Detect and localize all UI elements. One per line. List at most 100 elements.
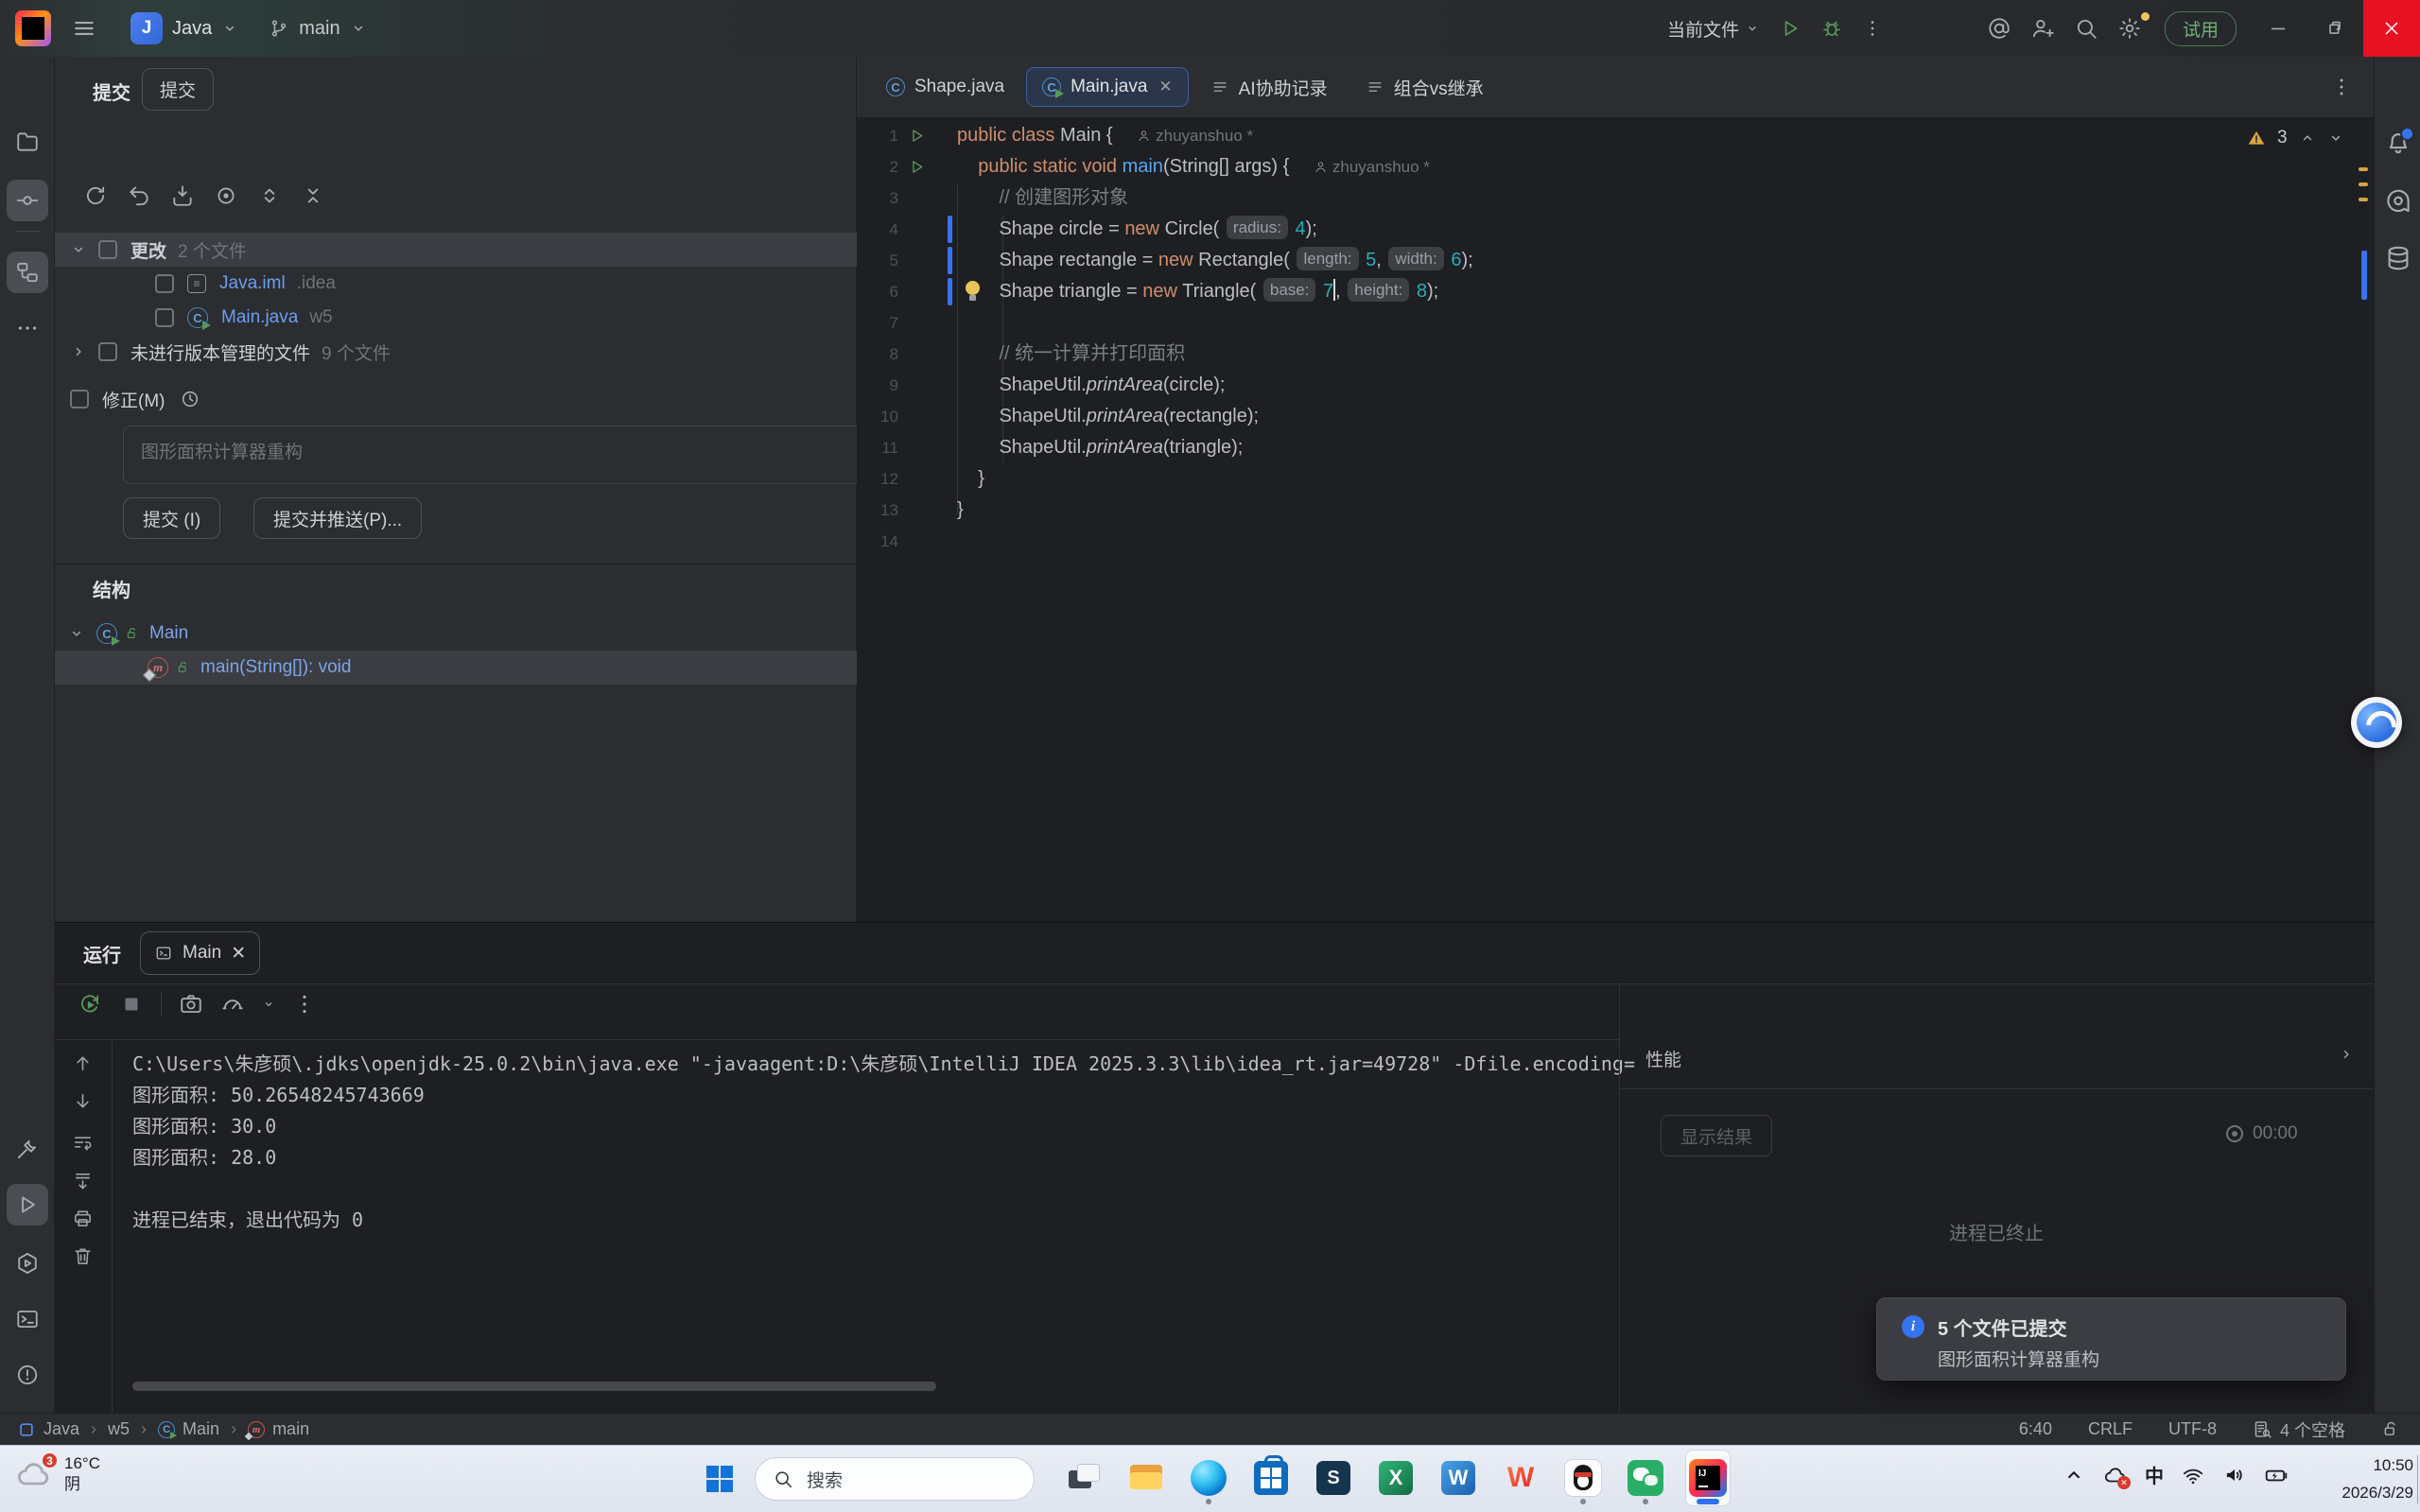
excel-icon[interactable]: X (1373, 1450, 1419, 1506)
build-icon[interactable] (7, 1128, 48, 1170)
code-line[interactable]: 8 // 统一计算并打印面积 (857, 339, 2351, 370)
tab--vs-[interactable]: 组合vs继承 (1349, 65, 1500, 110)
notifications-bell-icon[interactable] (2384, 129, 2412, 157)
expand-all-icon[interactable] (257, 183, 282, 208)
tab-main-java[interactable]: CMain.java✕ (1026, 67, 1189, 107)
restore-button[interactable] (2307, 0, 2363, 57)
tab-ai-[interactable]: AI协助记录 (1194, 65, 1344, 110)
breadcrumb-item-w5[interactable]: w5 (108, 1419, 130, 1439)
edge-icon[interactable] (1186, 1450, 1231, 1506)
file-encoding[interactable]: UTF-8 (2168, 1419, 2217, 1439)
close-run-tab-icon[interactable]: ✕ (231, 943, 246, 965)
run-configuration-selector[interactable]: 当前文件 (1658, 9, 1769, 47)
commit-message-field[interactable]: 图形面积计算器重构 (123, 426, 898, 484)
run-tab-main[interactable]: Main ✕ (140, 931, 260, 975)
scroll-down-icon[interactable] (72, 1090, 94, 1112)
weather-widget[interactable]: 3 16°C 阴 (13, 1453, 100, 1495)
task-view-icon[interactable] (1061, 1450, 1106, 1506)
battery-icon[interactable] (2264, 1463, 2289, 1487)
code-line[interactable]: 12 } (857, 463, 2351, 495)
code-line[interactable]: 4 Shape circle = new Circle( radius: 4); (857, 214, 2351, 245)
run-line-icon[interactable] (908, 158, 926, 176)
taskbar-search[interactable]: 搜索 (755, 1457, 1035, 1501)
ai-assistant-icon[interactable] (2384, 187, 2412, 216)
close-tab-icon[interactable]: ✕ (1158, 78, 1172, 96)
file-lock[interactable] (2381, 1419, 2401, 1439)
clear-console-icon[interactable] (72, 1245, 94, 1267)
rerun-icon[interactable] (78, 992, 102, 1017)
breadcrumb-item-main[interactable]: mmain (248, 1419, 309, 1439)
branch-selector[interactable]: main (269, 18, 366, 40)
volume-icon[interactable] (2222, 1463, 2247, 1487)
change-checkbox[interactable] (155, 308, 174, 327)
terminal-icon[interactable] (7, 1298, 48, 1340)
refresh-icon[interactable] (83, 183, 108, 208)
structure-row[interactable]: CMain (55, 617, 857, 651)
code-line[interactable]: 11 ShapeUtil.printArea(triangle); (857, 432, 2351, 463)
code-line[interactable]: 13} (857, 495, 2351, 526)
main-menu-icon[interactable] (68, 12, 100, 44)
soft-wrap-icon[interactable] (72, 1132, 94, 1154)
qq-icon[interactable] (1560, 1450, 1606, 1506)
wechat-icon[interactable] (1623, 1450, 1668, 1506)
settings-button[interactable] (2108, 9, 2151, 47)
commit-tool-icon[interactable] (7, 180, 48, 221)
tab-shape-java[interactable]: CShape.java (870, 67, 1020, 107)
breadcrumb-item-main[interactable]: CMain (158, 1419, 219, 1439)
tree-chevron-icon[interactable] (70, 241, 87, 258)
stop-icon[interactable] (119, 992, 144, 1017)
code-editor[interactable]: 3 1public class Main { zhuyanshuo *2 pub… (857, 118, 2374, 922)
breadcrumb-item-java[interactable]: Java (17, 1419, 79, 1439)
line-separator[interactable]: CRLF (2088, 1419, 2133, 1439)
amend-checkbox[interactable] (70, 390, 89, 408)
tab-options-icon[interactable] (2330, 76, 2353, 98)
project-folder-icon[interactable] (7, 121, 48, 163)
code-line[interactable]: 1public class Main { zhuyanshuo * (857, 120, 2351, 151)
change-checkbox[interactable] (98, 240, 117, 259)
print-icon[interactable] (72, 1208, 94, 1229)
wifi-icon[interactable] (2181, 1463, 2205, 1487)
more-tools-icon[interactable] (7, 307, 48, 349)
code-line[interactable]: 2 public static void main(String[] args)… (857, 151, 2351, 182)
debug-button[interactable] (1811, 9, 1853, 47)
ai-assistant-button[interactable] (1977, 9, 2021, 47)
trial-badge[interactable]: 试用 (2165, 11, 2237, 46)
scroll-to-end-icon[interactable] (72, 1170, 94, 1191)
commit-and-push-button[interactable]: 提交并推送(P)... (253, 497, 422, 539)
code-line[interactable]: 6 Shape triangle = new Triangle( base: 7… (857, 276, 2351, 307)
services-icon[interactable] (7, 1243, 48, 1284)
commit-notification[interactable]: i 5 个文件已提交 图形面积计算器重构 (1876, 1297, 2346, 1381)
profiler-icon[interactable] (220, 992, 245, 1017)
console-scrollbar[interactable] (132, 1382, 936, 1391)
shelve-icon[interactable] (170, 183, 195, 208)
project-selector[interactable]: J Java (131, 12, 238, 44)
problems-icon[interactable] (7, 1354, 48, 1396)
change-checkbox[interactable] (155, 274, 174, 293)
indent-style[interactable]: 4 个空格 (2253, 1417, 2345, 1442)
search-everywhere-button[interactable] (2064, 9, 2108, 47)
run-more-icon[interactable] (292, 992, 317, 1017)
intellij-idea-icon[interactable]: IJ (1685, 1450, 1731, 1506)
database-icon[interactable] (2384, 244, 2412, 272)
code-line[interactable]: 10 ShapeUtil.printArea(rectangle); (857, 401, 2351, 432)
floating-assistant-button[interactable] (2351, 697, 2402, 748)
onedrive-error-icon[interactable] (2103, 1463, 2128, 1487)
microsoft-store-icon[interactable] (1248, 1450, 1294, 1506)
code-line[interactable]: 7 (857, 307, 2351, 339)
tree-chevron-icon[interactable] (68, 625, 85, 642)
collapse-all-icon[interactable] (301, 183, 325, 208)
commit-tab[interactable]: 提交 (142, 68, 214, 111)
tree-chevron-icon[interactable] (70, 343, 87, 360)
show-desktop-button[interactable] (2417, 1455, 2418, 1503)
tray-chevron-icon[interactable] (2062, 1463, 2086, 1487)
code-line[interactable]: 9 ShapeUtil.printArea(circle); (857, 370, 2351, 401)
rollback-icon[interactable] (127, 183, 151, 208)
history-icon[interactable] (180, 389, 200, 409)
commit-button[interactable]: 提交 (I) (123, 497, 220, 539)
profiler-chevron-icon[interactable] (262, 998, 275, 1011)
start-button[interactable] (702, 1461, 738, 1497)
taskbar-clock[interactable]: 10:50 2026/3/29 (2315, 1451, 2413, 1506)
wps-icon[interactable]: W (1498, 1450, 1543, 1506)
run-line-icon[interactable] (908, 127, 926, 145)
change-checkbox[interactable] (98, 342, 117, 361)
